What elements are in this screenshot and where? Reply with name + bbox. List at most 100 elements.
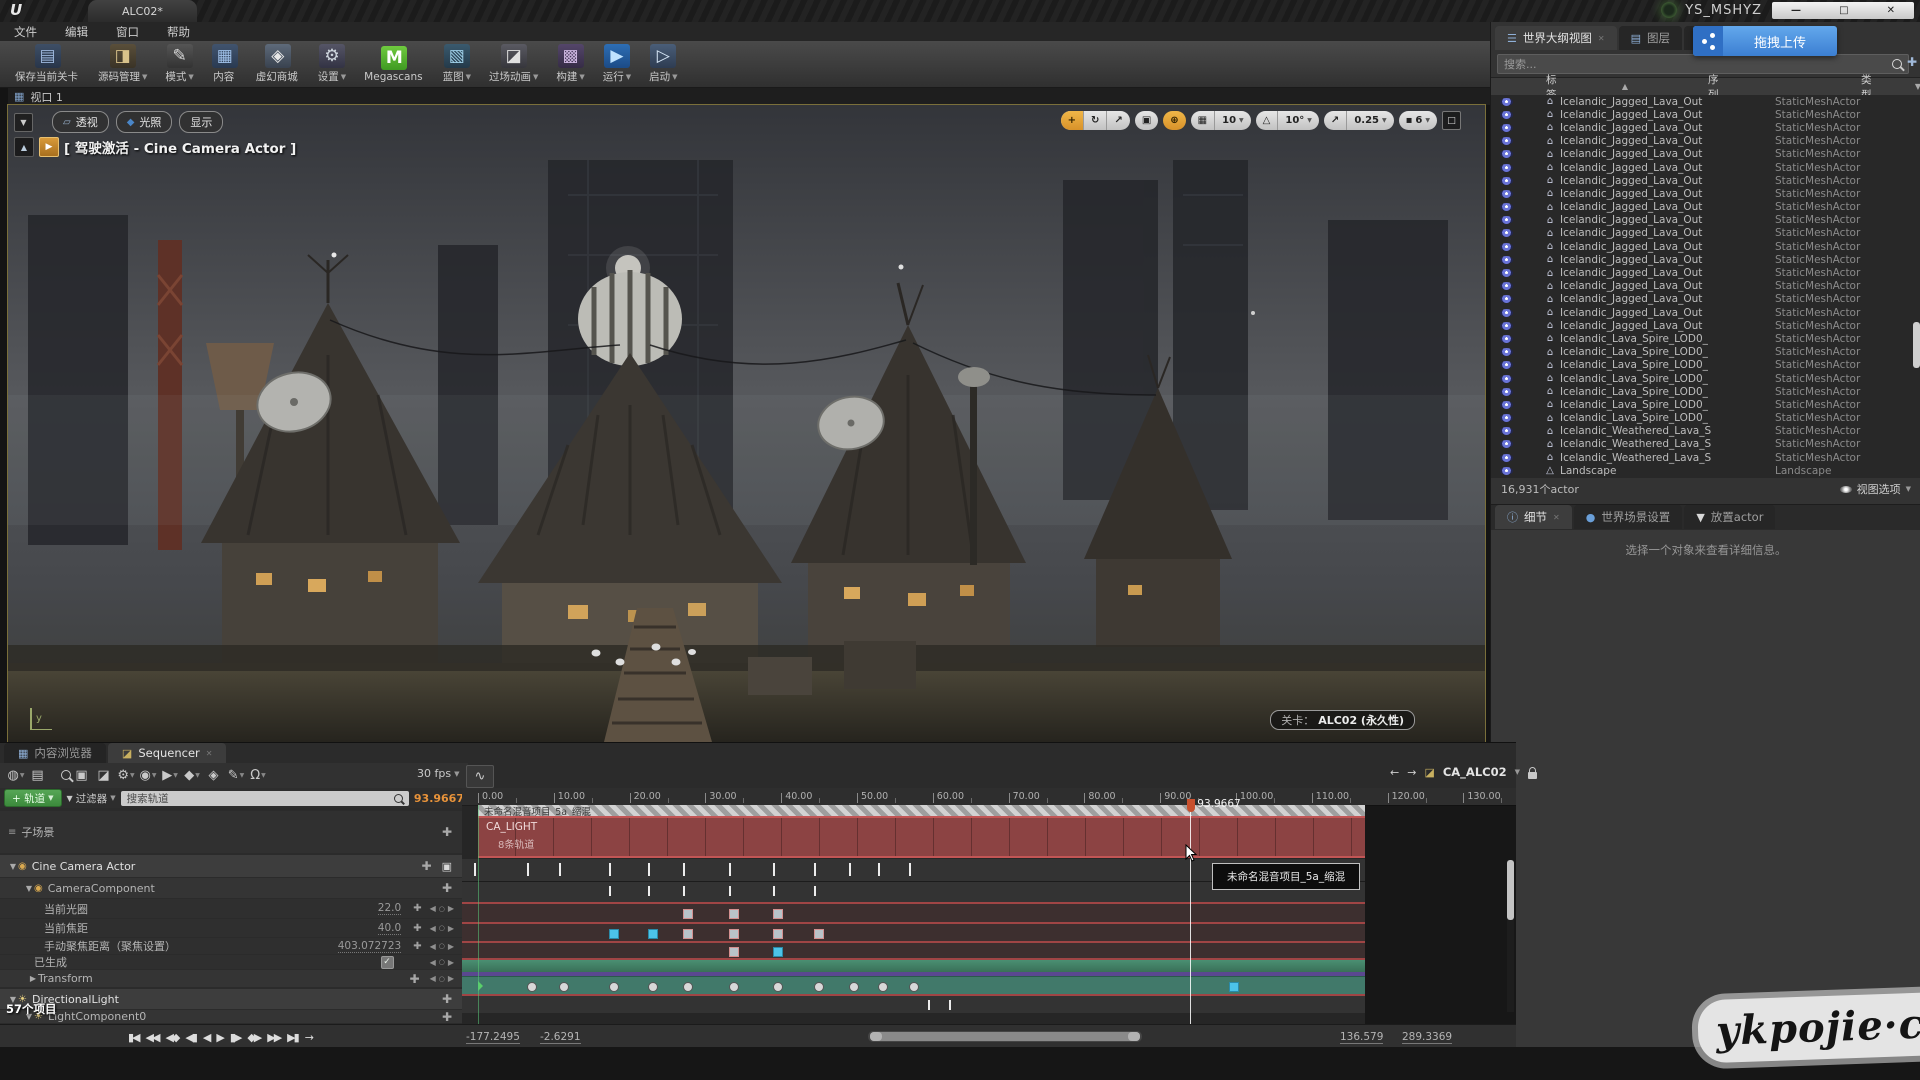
visibility-eye-icon[interactable] [1500,375,1513,383]
sequencer-toolbar-button[interactable]: ◍▼ [6,766,26,786]
timeline-horizontal-scrollbar[interactable] [868,1031,1142,1042]
visibility-eye-icon[interactable] [1500,164,1513,172]
close-button[interactable]: ✕ [1887,5,1895,16]
toolbar-button[interactable]: ▶ 运行▼ [594,41,640,87]
sequencer-toolbar-button[interactable]: ◉▼ [138,766,158,786]
outliner-row[interactable]: ⌂ Icelandic_Lava_Spire_LOD0_ StaticMeshA… [1491,346,1920,359]
sort-ascending-icon[interactable]: ▲ [1622,82,1628,91]
key-navigation[interactable]: ◀○▶ [430,958,462,967]
keyframe[interactable] [814,929,824,939]
outliner-scrollbar[interactable] [1913,322,1920,368]
lock-icon[interactable] [1528,772,1537,779]
track-row-prop[interactable]: 当前焦距40.0✚◀○▶ [0,919,462,937]
level-document-tab[interactable]: ALC02* [88,0,197,22]
grid-snap-value[interactable]: 10▼ [1214,111,1251,130]
track-row-category[interactable]: ≡子场景✚ [0,811,462,853]
visibility-eye-icon[interactable] [1500,124,1513,132]
outliner-row[interactable]: ⌂ Icelandic_Jagged_Lava_Out StaticMeshAc… [1491,121,1920,134]
keyframe[interactable] [773,929,783,939]
transport-button[interactable]: ◀◆ [165,1031,178,1044]
visibility-eye-icon[interactable] [1500,256,1513,264]
find-icon[interactable] [56,765,76,785]
sequence-name[interactable]: CA_ALC02 [1443,765,1507,779]
visibility-eye-icon[interactable] [1500,335,1513,343]
focus-distance-track[interactable] [462,941,1365,958]
sort-descending-icon[interactable]: ▼ [1915,82,1920,91]
add-track-plus-button[interactable]: ✚ [410,972,430,986]
track-row-prop[interactable]: 当前光圈22.0✚◀○▶ [0,899,462,918]
section-tick[interactable] [729,863,731,876]
visibility-eye-icon[interactable] [1500,309,1513,317]
tab-world-settings[interactable]: ●世界场景设置 [1574,505,1683,529]
visibility-eye-icon[interactable] [1500,229,1513,237]
visibility-eye-icon[interactable] [1500,440,1513,448]
lit-mode-button[interactable]: ◆光照 [116,111,173,133]
menu-item[interactable]: 编辑 [51,24,102,40]
nav-back-icon[interactable]: ← [1390,766,1399,779]
keyframe[interactable] [729,909,739,919]
visibility-eye-icon[interactable] [1500,388,1513,396]
surface-snap-button[interactable]: ⊕ [1163,111,1185,130]
rotation-snap-toggle[interactable]: △ [1256,111,1278,130]
toolbar-button[interactable]: ◪ 过场动画▼ [480,41,547,87]
track-row-component[interactable]: ▼◉CameraComponent✚ [0,878,462,898]
section-tick[interactable] [773,863,775,876]
toolbar-button[interactable]: ▤ 保存当前关卡 [6,41,89,87]
playhead-marker[interactable] [1187,799,1195,812]
sequencer-toolbar-button[interactable]: ◆▼ [182,766,202,786]
toolbar-button[interactable]: ⚙ 设置▼ [309,41,355,87]
section-tick[interactable] [609,863,611,876]
add-key-button[interactable]: ✚ [413,923,421,934]
section-tick[interactable] [683,886,685,896]
tab-content-browser[interactable]: ▦内容浏览器 [4,743,106,763]
filter-button[interactable]: ▼过滤器▼ [67,791,116,806]
outliner-row[interactable]: ⌂ Icelandic_Jagged_Lava_Out StaticMeshAc… [1491,266,1920,279]
outliner-row[interactable]: ⌂ Icelandic_Jagged_Lava_Out StaticMeshAc… [1491,214,1920,227]
outliner-row[interactable]: ⌂ Icelandic_Jagged_Lava_Out StaticMeshAc… [1491,253,1920,266]
keyframe[interactable] [1229,982,1239,992]
spawned-checkbox[interactable]: ✓ [381,956,394,969]
keyframe[interactable] [609,929,619,939]
keyframe[interactable] [773,909,783,919]
visibility-eye-icon[interactable] [1500,361,1513,369]
outliner-row[interactable]: ⌂ Icelandic_Jagged_Lava_Out StaticMeshAc… [1491,187,1920,200]
transport-button[interactable]: → [305,1031,312,1044]
outliner-row[interactable]: ⌂ Icelandic_Lava_Spire_LOD0_ StaticMeshA… [1491,385,1920,398]
outliner-row[interactable]: ⌂ Icelandic_Weathered_Lava_S StaticMeshA… [1491,425,1920,438]
transport-button[interactable]: ◀◀ [146,1031,159,1044]
menu-item[interactable]: 窗口 [102,24,153,40]
outliner-row[interactable]: ⌂ Icelandic_Jagged_Lava_Out StaticMeshAc… [1491,174,1920,187]
toolbar-button[interactable]: ✎ 模式▼ [156,41,202,87]
add-filter-icon[interactable]: ✚ [1907,55,1917,69]
timeline-vertical-scrollbar[interactable] [1507,860,1514,1012]
current-time-display[interactable]: 93.9667 [414,792,466,805]
add-track-plus-button[interactable]: ✚ [442,1010,462,1024]
visibility-eye-icon[interactable] [1500,203,1513,211]
section-tick[interactable] [878,863,880,876]
drag-upload-button[interactable]: 拖拽上传 [1693,26,1837,56]
outliner-row[interactable]: ⌂ Icelandic_Jagged_Lava_Out StaticMeshAc… [1491,95,1920,108]
keyframe[interactable] [909,982,919,992]
outliner-row[interactable]: ⌂ Icelandic_Jagged_Lava_Out StaticMeshAc… [1491,148,1920,161]
add-key-button[interactable]: ✚ [413,941,421,952]
keyframe[interactable] [773,982,783,992]
key-navigation[interactable]: ◀○▶ [430,904,462,913]
section-tick[interactable] [527,863,529,876]
range-start-value[interactable]: -177.2495 [466,1031,520,1044]
track-value[interactable]: 22.0 [378,902,401,915]
outliner-row[interactable]: ⌂ Icelandic_Lava_Spire_LOD0_ StaticMeshA… [1491,332,1920,345]
keyframe[interactable] [648,929,658,939]
track-value[interactable]: 403.072723 [338,940,401,953]
key-navigation[interactable]: ◀○▶ [430,974,462,983]
visibility-eye-icon[interactable] [1500,150,1513,158]
visibility-eye-icon[interactable] [1500,322,1513,330]
section-tick[interactable] [773,886,775,896]
visibility-eye-icon[interactable] [1500,401,1513,409]
show-flags-button[interactable]: 显示 [179,111,223,133]
section-tick[interactable] [729,886,731,896]
visibility-eye-icon[interactable] [1500,177,1513,185]
visibility-eye-icon[interactable] [1500,190,1513,198]
translate-tool-button[interactable]: + [1061,111,1083,130]
nav-forward-icon[interactable]: → [1407,766,1416,779]
eject-pilot-button[interactable]: ▲ [14,137,34,157]
